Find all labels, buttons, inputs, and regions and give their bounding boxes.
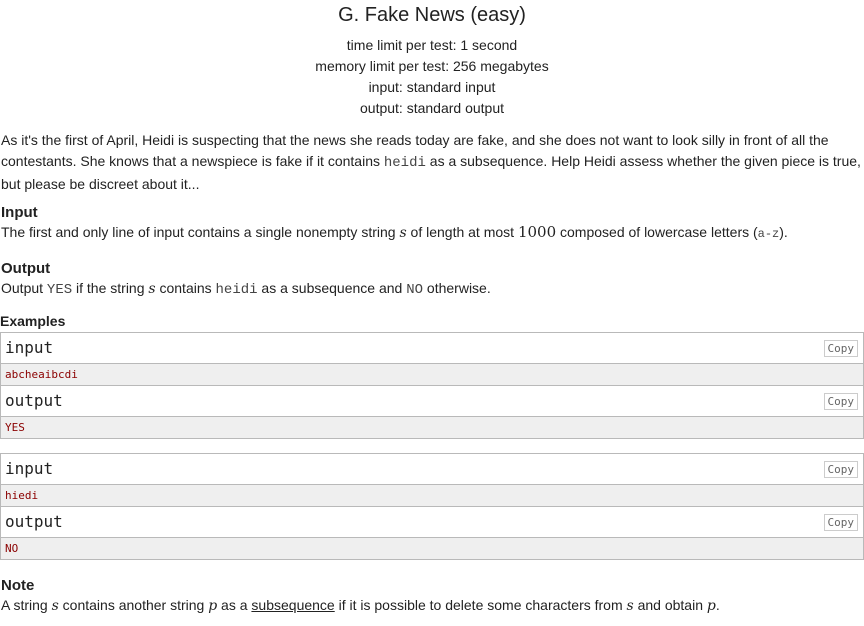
example-output-header: output Copy bbox=[1, 507, 863, 538]
code-heidi: heidi bbox=[383, 155, 426, 171]
example-1: input Copy abcheaibcdi output Copy YES bbox=[0, 332, 864, 439]
example-input-value: hiedi bbox=[1, 485, 863, 507]
problem-statement: As it's the first of April, Heidi is sus… bbox=[1, 132, 861, 192]
copy-button[interactable]: Copy bbox=[823, 393, 858, 410]
examples-heading: Examples bbox=[0, 313, 66, 329]
output-heading: Output bbox=[1, 260, 51, 277]
copy-button[interactable]: Copy bbox=[823, 514, 858, 531]
example-output-value: NO bbox=[1, 538, 863, 559]
note-section: Note A string s contains another string … bbox=[0, 577, 864, 617]
example-output-header: output Copy bbox=[1, 386, 863, 417]
output-spec: output: standard output bbox=[360, 100, 504, 116]
example-input-header: input Copy bbox=[1, 333, 863, 364]
time-limit: time limit per test: 1 second bbox=[346, 37, 518, 53]
example-output-value: YES bbox=[1, 417, 863, 438]
example-input-value: abcheaibcdi bbox=[1, 364, 863, 386]
copy-button[interactable]: Copy bbox=[823, 340, 858, 357]
note-heading: Note bbox=[1, 577, 35, 594]
input-section: Input The first and only line of input c… bbox=[0, 204, 864, 245]
input-heading: Input bbox=[1, 204, 38, 221]
examples-section: Examples input Copy abcheaibcdi output C… bbox=[0, 313, 864, 560]
output-section: Output Output YES if the string s contai… bbox=[0, 260, 864, 301]
subsequence-link[interactable]: subsequence bbox=[251, 597, 334, 613]
copy-button[interactable]: Copy bbox=[823, 461, 858, 478]
input-text: The first and only line of input contain… bbox=[1, 223, 788, 241]
problem-title: G. Fake News (easy) bbox=[338, 4, 526, 26]
example-2: input Copy hiedi output Copy NO bbox=[0, 453, 864, 560]
example-input-header: input Copy bbox=[1, 454, 863, 485]
memory-limit: memory limit per test: 256 megabytes bbox=[315, 58, 549, 74]
input-spec: input: standard input bbox=[368, 79, 496, 95]
note-text: A string s contains another string p as … bbox=[1, 597, 720, 614]
output-text: Output YES if the string s contains heid… bbox=[1, 280, 491, 298]
limits-block: time limit per test: 1 second memory lim… bbox=[0, 35, 864, 119]
